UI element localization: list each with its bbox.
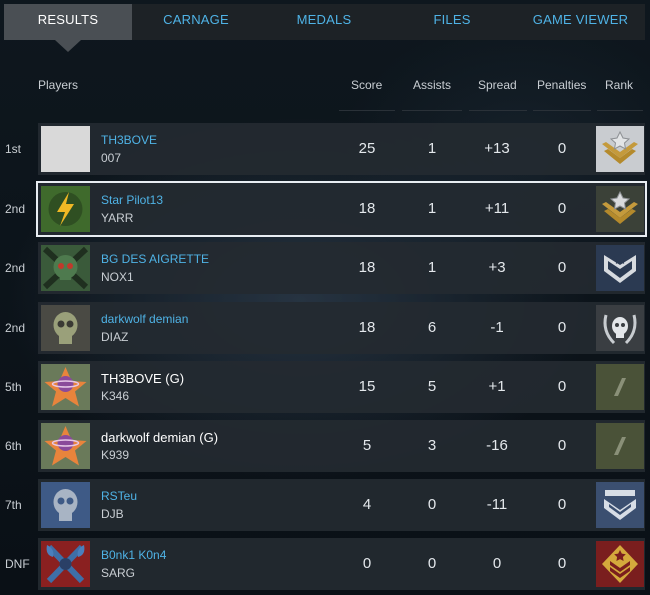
placement: DNF [5, 557, 30, 571]
column-header-rank: Rank [605, 78, 634, 92]
score-value: 4 [362, 496, 372, 513]
stripe-rank-icon [596, 364, 644, 410]
tab-files[interactable]: FILES [388, 4, 516, 40]
service-tag: DIAZ [101, 330, 129, 344]
gamertag-link[interactable]: BG DES AIGRETTE [101, 252, 209, 266]
blank-emblem [41, 126, 90, 172]
blue-chevron-rank-icon [596, 482, 644, 528]
assists-value: 0 [427, 496, 437, 513]
player-row[interactable]: 2nd darkwolf demian DIAZ 18 6 -1 0 [0, 302, 650, 354]
skull-emblem [41, 245, 90, 291]
gamertag-link[interactable]: RSTeu [101, 489, 137, 503]
gamertag-link[interactable]: B0nk1 K0n4 [101, 548, 166, 562]
header-divider [339, 110, 395, 111]
penalties-value: 0 [557, 200, 567, 217]
placement: 2nd [5, 261, 26, 275]
service-tag: NOX1 [101, 270, 134, 284]
penalties-value: 0 [557, 140, 567, 157]
silver-star-chevron-rank-icon [596, 245, 644, 291]
placement: 2nd [5, 321, 26, 335]
gamertag-link[interactable]: darkwolf demian [101, 312, 188, 326]
service-tag: K346 [101, 389, 130, 403]
gamertag-link[interactable]: TH3BOVE [101, 133, 157, 147]
score-value: 18 [358, 200, 376, 217]
spread-value: +3 [488, 259, 506, 276]
spread-value: 0 [492, 555, 502, 572]
spread-value: +11 [484, 200, 510, 217]
player-row[interactable]: 5th TH3BOVE (G) K346 15 5 +1 0 [0, 361, 650, 413]
score-value: 25 [358, 140, 376, 157]
penalties-value: 0 [557, 319, 567, 336]
column-header-players: Players [38, 78, 79, 92]
gold-wings-rank-icon [596, 126, 644, 172]
placement: 2nd [5, 202, 26, 216]
player-row[interactable]: 6th darkwolf demian (G) K939 5 3 -16 0 [0, 420, 650, 472]
spread-value: -11 [486, 496, 508, 513]
service-tag: YARR [101, 211, 134, 225]
score-value: 18 [358, 319, 376, 336]
score-value: 15 [358, 378, 376, 395]
header-divider [402, 110, 462, 111]
assists-value: 1 [427, 140, 437, 157]
assists-value: 5 [427, 378, 437, 395]
placement: 6th [5, 439, 22, 453]
assists-value: 1 [427, 259, 437, 276]
service-tag: SARG [101, 566, 136, 580]
assists-value: 3 [427, 437, 437, 454]
spread-value: -1 [490, 319, 504, 336]
header-divider [533, 110, 591, 111]
tab-results[interactable]: RESULTS [4, 4, 132, 40]
penalties-value: 0 [557, 555, 567, 572]
placement: 7th [5, 498, 22, 512]
header-divider [469, 110, 527, 111]
placement: 1st [5, 142, 22, 156]
assists-value: 6 [427, 319, 437, 336]
column-header-penalties: Penalties [537, 78, 587, 92]
penalties-value: 0 [557, 259, 567, 276]
results-tab-bar: RESULTS CARNAGE MEDALS FILES GAME VIEWER [4, 4, 645, 40]
gold-wings-rank-icon [596, 186, 644, 232]
placement: 5th [5, 380, 22, 394]
player-row[interactable]: DNF B0nk1 K0n4 SARG 0 0 0 0 [0, 538, 650, 590]
star-planet-emblem [41, 364, 90, 410]
service-tag: K939 [101, 448, 130, 462]
column-header-assists: Assists [413, 78, 452, 92]
skull-emblem [41, 482, 90, 528]
service-tag: 007 [101, 151, 122, 165]
crossed-axes-emblem [41, 541, 90, 587]
player-row[interactable]: 2nd Star Pilot13 YARR 18 1 +11 0 [0, 183, 650, 235]
service-tag: DJB [101, 507, 124, 521]
player-row[interactable]: 2nd BG DES AIGRETTE NOX1 18 1 +3 0 [0, 242, 650, 294]
tab-medals[interactable]: MEDALS [260, 4, 388, 40]
skull-emblem [41, 305, 90, 351]
spread-value: +1 [488, 378, 506, 395]
gamertag-link[interactable]: Star Pilot13 [101, 193, 163, 207]
score-value: 5 [362, 437, 372, 454]
star-planet-emblem [41, 423, 90, 469]
gamertag-label: TH3BOVE (G) [101, 371, 185, 386]
silver-skull-wreath-rank-icon [596, 305, 644, 351]
active-tab-pointer [55, 40, 81, 52]
player-row[interactable]: 1st TH3BOVE 007 25 1 +13 0 [0, 123, 650, 175]
player-row[interactable]: 7th RSTeu DJB 4 0 -11 0 [0, 479, 650, 531]
tab-game-viewer[interactable]: GAME VIEWER [516, 4, 645, 40]
assists-value: 1 [427, 200, 437, 217]
score-value: 0 [362, 555, 372, 572]
spread-value: -16 [486, 437, 508, 454]
column-header-score: Score [351, 78, 383, 92]
penalties-value: 0 [557, 378, 567, 395]
assists-value: 0 [427, 555, 437, 572]
stripe-rank-icon [596, 423, 644, 469]
gold-chevron-rank-icon [596, 541, 644, 587]
score-value: 18 [358, 259, 376, 276]
tab-carnage[interactable]: CARNAGE [132, 4, 260, 40]
penalties-value: 0 [557, 437, 567, 454]
column-header-spread: Spread [478, 78, 517, 92]
spread-value: +13 [484, 140, 510, 157]
lightning-bolt-emblem [41, 186, 90, 232]
header-divider [597, 110, 643, 111]
penalties-value: 0 [557, 496, 567, 513]
gamertag-label: darkwolf demian (G) [101, 430, 219, 445]
